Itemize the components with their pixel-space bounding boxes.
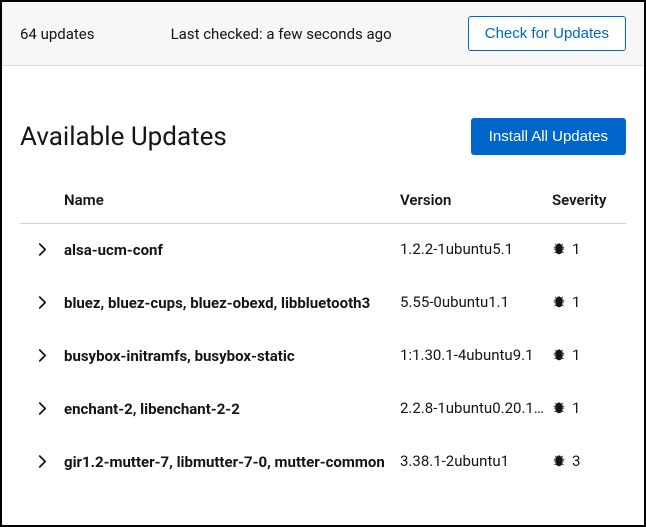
package-version: 5.55-0ubuntu1.1 <box>400 293 552 311</box>
content: Available Updates Install All Updates Na… <box>2 66 644 489</box>
package-severity: 3 <box>552 452 626 470</box>
page-title: Available Updates <box>20 122 227 152</box>
bug-icon <box>552 454 566 468</box>
package-name: gir1.2-mutter-7, libmutter-7-0, mutter-c… <box>64 452 400 473</box>
col-expand-header <box>20 191 64 209</box>
col-name-header: Name <box>64 191 400 209</box>
header-bar: 64 updates Last checked: a few seconds a… <box>2 2 644 66</box>
severity-count: 1 <box>572 399 580 417</box>
col-severity-header: Severity <box>552 191 626 209</box>
chevron-right-icon[interactable] <box>20 452 64 468</box>
title-row: Available Updates Install All Updates <box>20 118 626 155</box>
package-severity: 1 <box>552 240 626 258</box>
table-row: bluez, bluez-cups, bluez-obexd, libbluet… <box>20 277 626 330</box>
severity-count: 1 <box>572 240 580 258</box>
package-version: 2.2.8-1ubuntu0.20.10.1 <box>400 399 552 417</box>
updates-table: Name Version Severity alsa-ucm-conf1.2.2… <box>20 179 626 489</box>
table-row: enchant-2, libenchant-2-22.2.8-1ubuntu0.… <box>20 383 626 436</box>
chevron-right-icon[interactable] <box>20 399 64 415</box>
severity-count: 1 <box>572 293 580 311</box>
package-version: 1:1.30.1-4ubuntu9.1 <box>400 346 552 364</box>
col-version-header: Version <box>400 191 552 209</box>
package-name: busybox-initramfs, busybox-static <box>64 346 400 367</box>
bug-icon <box>552 242 566 256</box>
severity-count: 3 <box>572 452 580 470</box>
package-name: bluez, bluez-cups, bluez-obexd, libbluet… <box>64 293 400 314</box>
bug-icon <box>552 348 566 362</box>
table-row: alsa-ucm-conf1.2.2-1ubuntu5.1 1 <box>20 224 626 277</box>
package-version: 3.38.1-2ubuntu1 <box>400 452 552 470</box>
scroll-container[interactable]: 64 updates Last checked: a few seconds a… <box>2 2 644 525</box>
table-header: Name Version Severity <box>20 179 626 224</box>
chevron-right-icon[interactable] <box>20 293 64 309</box>
package-version: 1.2.2-1ubuntu5.1 <box>400 240 552 258</box>
package-name: enchant-2, libenchant-2-2 <box>64 399 400 420</box>
check-for-updates-button[interactable]: Check for Updates <box>468 16 626 51</box>
last-checked: Last checked: a few seconds ago <box>171 25 392 43</box>
package-severity: 1 <box>552 293 626 311</box>
bug-icon <box>552 401 566 415</box>
table-row: busybox-initramfs, busybox-static1:1.30.… <box>20 330 626 383</box>
package-name: alsa-ucm-conf <box>64 240 400 261</box>
severity-count: 1 <box>572 346 580 364</box>
table-body: alsa-ucm-conf1.2.2-1ubuntu5.1 1 bluez, blu… <box>20 224 626 489</box>
table-row: gir1.2-mutter-7, libmutter-7-0, mutter-c… <box>20 436 626 489</box>
package-severity: 1 <box>552 399 626 417</box>
bug-icon <box>552 295 566 309</box>
chevron-right-icon[interactable] <box>20 346 64 362</box>
package-severity: 1 <box>552 346 626 364</box>
update-count: 64 updates <box>20 25 95 43</box>
install-all-updates-button[interactable]: Install All Updates <box>471 118 626 155</box>
chevron-right-icon[interactable] <box>20 240 64 256</box>
